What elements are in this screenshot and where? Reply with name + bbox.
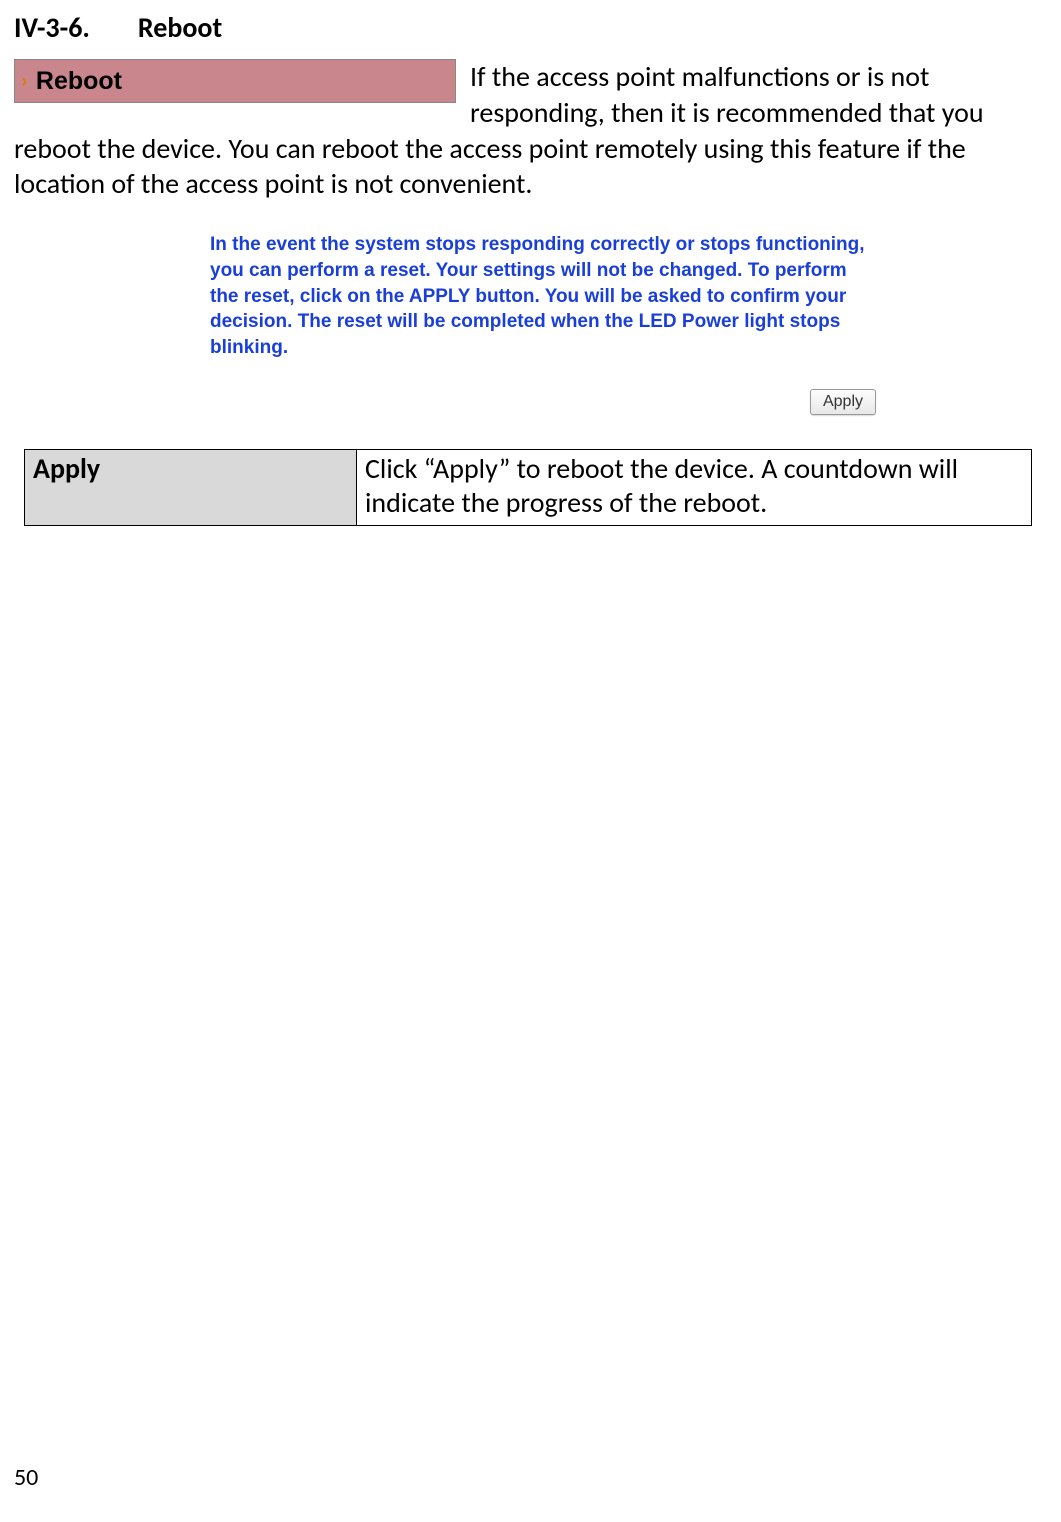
menu-badge-label: Reboot xyxy=(36,67,122,96)
reset-instructions: In the event the system stops responding… xyxy=(210,232,878,360)
param-desc-cell: Click “Apply” to reboot the device. A co… xyxy=(357,449,1032,525)
intro-block: › Reboot If the access point malfunction… xyxy=(14,59,1047,202)
table-row: Apply Click “Apply” to reboot the device… xyxy=(25,449,1032,525)
parameter-table: Apply Click “Apply” to reboot the device… xyxy=(24,449,1032,526)
param-name-cell: Apply xyxy=(25,449,357,525)
apply-button[interactable]: Apply xyxy=(810,389,876,415)
embedded-screenshot: In the event the system stops responding… xyxy=(210,232,878,414)
menu-badge-reboot: › Reboot xyxy=(14,59,456,103)
caret-icon: › xyxy=(21,69,28,93)
section-heading: IV-3-6. Reboot xyxy=(14,10,1047,45)
section-title: Reboot xyxy=(138,10,222,45)
apply-button-row: Apply xyxy=(210,389,878,415)
page-number: 50 xyxy=(14,1463,38,1492)
section-number: IV-3-6. xyxy=(14,10,90,45)
